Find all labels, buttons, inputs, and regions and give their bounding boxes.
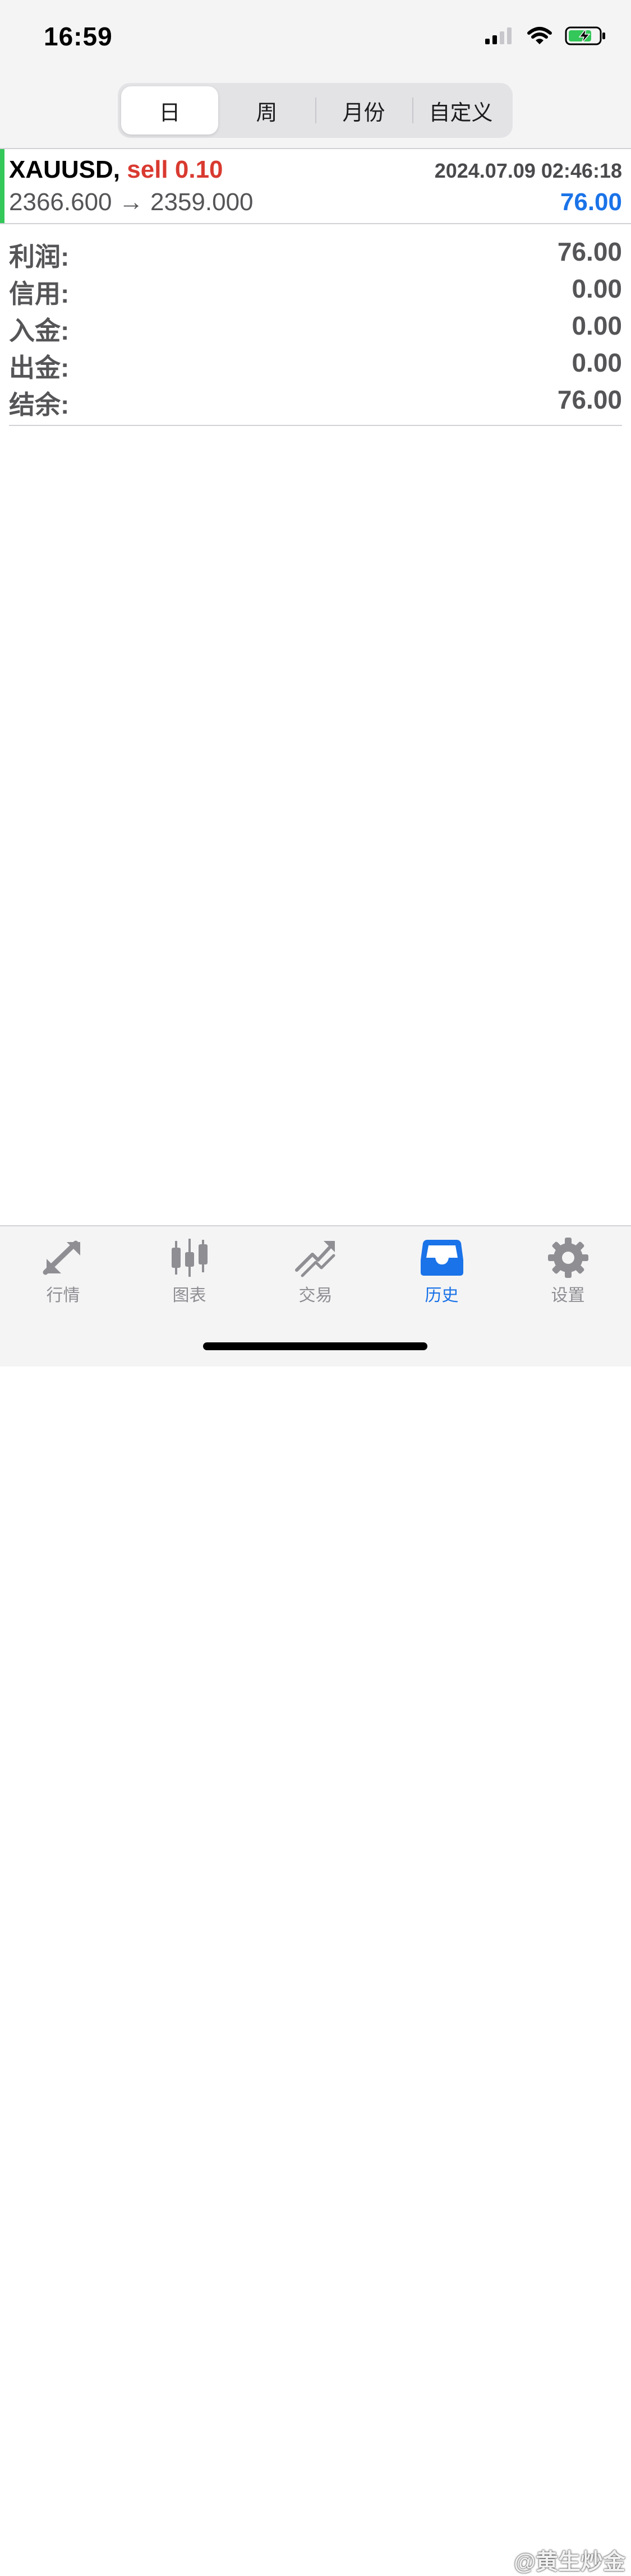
tab-charts[interactable]: 图表 [126, 1238, 252, 1316]
trade-trend-icon [293, 1238, 338, 1278]
summary-label: 利润: [9, 242, 70, 271]
deal-prices: 2366.600 → 2359.000 [9, 188, 254, 216]
wifi-icon [527, 26, 552, 45]
deal-time: 2024.07.09 02:46:18 [434, 159, 622, 182]
summary-value: 76.00 [557, 385, 622, 414]
watermark: @黄生炒金 [513, 2550, 625, 2574]
tab-label: 设置 [551, 1286, 585, 1305]
tab-label: 图表 [172, 1286, 206, 1305]
tab-label: 行情 [46, 1286, 80, 1305]
summary-value: 0.00 [572, 311, 622, 340]
period-custom-tab[interactable]: 自定义 [412, 86, 509, 135]
top-bar: 16:59 日 周 月份 自定义 [0, 0, 631, 149]
tab-history[interactable]: 历史 [379, 1238, 505, 1316]
deal-open-price: 2366.600 [9, 188, 112, 216]
period-segmented-control: 日 周 月份 自定义 [118, 83, 513, 138]
tab-trade[interactable]: 交易 [252, 1238, 379, 1316]
summary-label: 出金: [9, 353, 70, 382]
deal-close-price: 2359.000 [150, 188, 254, 216]
tab-label: 交易 [298, 1286, 333, 1305]
summary-value: 76.00 [557, 237, 622, 266]
tab-settings[interactable]: 设置 [505, 1238, 631, 1316]
status-icons [484, 26, 606, 46]
gear-icon [546, 1238, 591, 1278]
candlestick-icon [167, 1238, 212, 1278]
cellular-signal-icon [484, 26, 514, 45]
summary-value: 0.00 [572, 274, 622, 303]
period-day-tab[interactable]: 日 [121, 86, 218, 135]
deal-accent-bar [0, 149, 4, 223]
period-month-tab[interactable]: 月份 [315, 86, 412, 135]
quotes-arrow-icon [41, 1238, 86, 1278]
deal-row[interactable]: XAUUSD, sell 0.10 2024.07.09 02:46:18 23… [0, 149, 631, 224]
summary-row-balance: 结余: 76.00 [9, 382, 622, 419]
tab-label: 历史 [425, 1286, 459, 1305]
deal-type: sell 0.10 [127, 156, 223, 183]
summary-row-withdrawal: 出金: 0.00 [9, 345, 622, 382]
period-week-tab[interactable]: 周 [218, 86, 315, 135]
tab-quotes[interactable]: 行情 [0, 1238, 126, 1316]
history-tray-icon [420, 1238, 464, 1278]
summary-label: 入金: [9, 316, 70, 345]
battery-charging-icon [565, 26, 606, 46]
summary-row-credit: 信用: 0.00 [9, 271, 622, 308]
deal-title: XAUUSD, sell 0.10 [9, 156, 223, 184]
deal-symbol: XAUUSD, [9, 156, 121, 183]
status-time: 16:59 [44, 22, 113, 51]
summary-section: 利润: 76.00 信用: 0.00 入金: 0.00 出金: 0.00 结余:… [9, 234, 622, 426]
deal-profit: 76.00 [560, 188, 622, 216]
summary-label: 结余: [9, 390, 70, 419]
summary-row-deposit: 入金: 0.00 [9, 308, 622, 345]
deal-arrow: → [118, 188, 144, 216]
summary-row-profit: 利润: 76.00 [9, 234, 622, 271]
home-indicator[interactable] [203, 1342, 427, 1350]
summary-label: 信用: [9, 279, 70, 308]
summary-value: 0.00 [572, 348, 622, 377]
